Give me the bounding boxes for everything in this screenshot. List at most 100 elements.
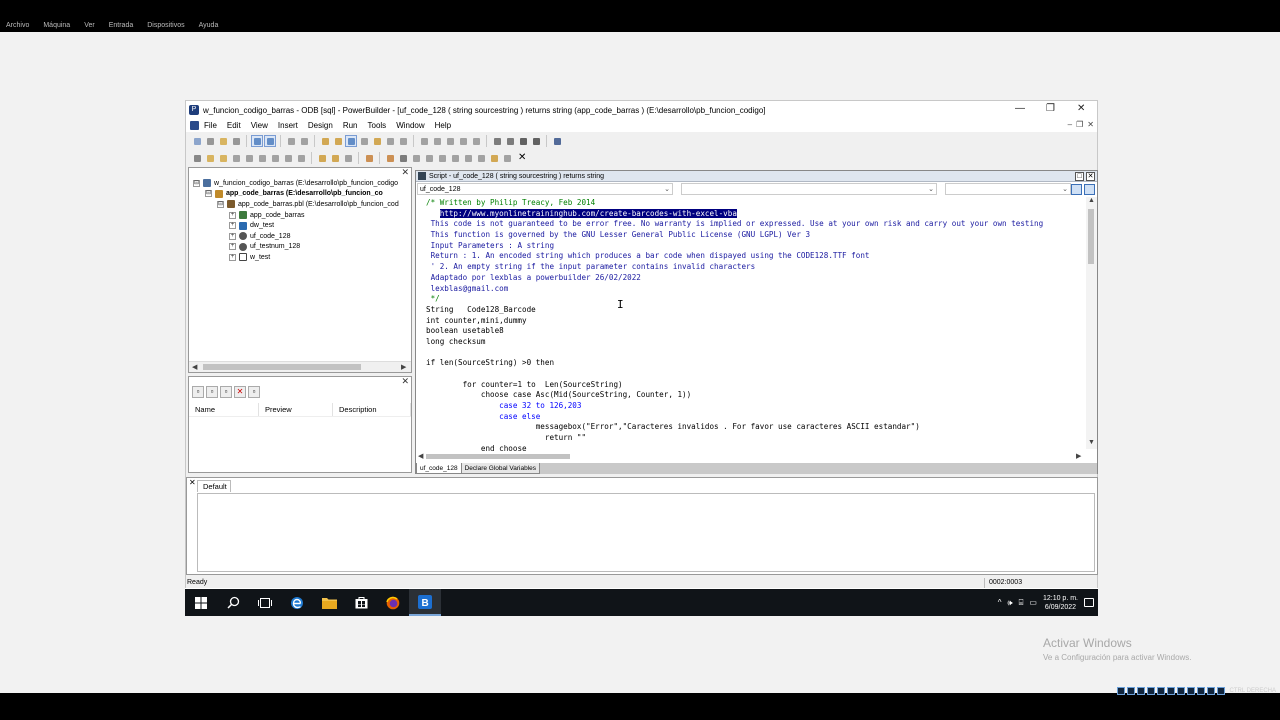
paste-sql-icon[interactable] xyxy=(363,152,375,164)
chevron-up-icon[interactable]: ^ xyxy=(998,598,1002,607)
system-tree-icon[interactable] xyxy=(251,135,263,147)
menu-tools[interactable]: Tools xyxy=(368,121,387,130)
close-icon[interactable]: ✕ xyxy=(401,376,409,387)
run-window-icon[interactable] xyxy=(230,135,242,147)
options-icon[interactable] xyxy=(530,135,542,147)
step-out-icon[interactable] xyxy=(444,135,456,147)
scroll-up-icon[interactable]: ▲ xyxy=(1088,197,1095,204)
notification-icon[interactable] xyxy=(1084,598,1094,607)
save-icon[interactable] xyxy=(191,152,203,164)
search-button[interactable] xyxy=(217,589,249,616)
find-icon[interactable] xyxy=(316,152,328,164)
inherit-icon[interactable] xyxy=(204,135,216,147)
close-icon[interactable]: ✕ xyxy=(1086,172,1095,181)
list-view-icon[interactable] xyxy=(1071,184,1082,195)
start-button[interactable] xyxy=(185,589,217,616)
column-description[interactable]: Description xyxy=(333,403,411,416)
vm-mouse-icon[interactable] xyxy=(1206,686,1215,695)
menu-design[interactable]: Design xyxy=(308,121,333,130)
vm-menu-archivo[interactable]: Archivo xyxy=(6,20,29,32)
menu-help[interactable]: Help xyxy=(435,121,451,130)
expand-icon[interactable]: + xyxy=(229,243,236,251)
vm-shared-folder-icon[interactable] xyxy=(1166,686,1175,695)
new-icon[interactable] xyxy=(191,135,203,147)
gear-icon[interactable] xyxy=(491,135,503,147)
stop-icon[interactable] xyxy=(470,135,482,147)
exit-icon[interactable] xyxy=(551,135,563,147)
column-preview[interactable]: Preview xyxy=(259,403,333,416)
tree-node[interactable]: + dw_test xyxy=(193,220,399,231)
object-dropdown[interactable]: uf_code_128 ⌄ xyxy=(417,183,673,195)
mdi-close-button[interactable]: ✕ xyxy=(1087,120,1094,129)
restore-button[interactable]: ❐ xyxy=(1046,103,1055,114)
vm-display-icon[interactable] xyxy=(1176,686,1185,695)
vm-usb-icon[interactable] xyxy=(1156,686,1165,695)
paste-icon[interactable] xyxy=(256,152,268,164)
scroll-right-icon[interactable]: ▶ xyxy=(1076,451,1081,462)
debug-icon[interactable] xyxy=(384,135,396,147)
mdi-document-icon[interactable] xyxy=(190,121,199,130)
paste-window-icon[interactable] xyxy=(462,152,474,164)
clip-paste-icon[interactable]: ▫ xyxy=(220,386,232,398)
select-icon[interactable] xyxy=(501,152,513,164)
continue-icon[interactable] xyxy=(457,135,469,147)
tab-uf-code-128[interactable]: uf_code_128 xyxy=(416,463,462,474)
scroll-down-icon[interactable]: ▼ xyxy=(1088,439,1095,446)
clip-copy-icon[interactable]: ▫ xyxy=(206,386,218,398)
expand-icon[interactable]: + xyxy=(229,222,236,230)
tree-horizontal-scrollbar[interactable]: ◀ ▶ xyxy=(189,361,411,372)
tree-node[interactable]: ⊟ app_code_barras.pbl (E:\desarrollo\pb_f… xyxy=(193,199,399,210)
clear-icon[interactable] xyxy=(269,152,281,164)
minimize-button[interactable]: — xyxy=(1015,103,1025,114)
paste-object-icon[interactable] xyxy=(449,152,461,164)
vm-network-icon[interactable] xyxy=(1146,686,1155,695)
vm-optical-icon[interactable] xyxy=(1126,686,1135,695)
collapse-icon[interactable]: ⊟ xyxy=(193,179,200,187)
dbprofile-icon[interactable] xyxy=(371,135,383,147)
deploy-icon[interactable] xyxy=(319,135,331,147)
output-text-area[interactable] xyxy=(197,493,1095,572)
menu-view[interactable]: View xyxy=(251,121,268,130)
paste-statement-icon[interactable] xyxy=(384,152,396,164)
firefox-button[interactable] xyxy=(377,589,409,616)
paste-function-icon[interactable] xyxy=(397,152,409,164)
tab-declare-global-variables[interactable]: Declare Global Variables xyxy=(460,463,541,474)
ancestor-dropdown[interactable]: ⌄ xyxy=(945,183,1071,195)
clip-new-icon[interactable]: ▫ xyxy=(192,386,204,398)
task-view-button[interactable] xyxy=(249,589,281,616)
next-icon[interactable] xyxy=(342,152,354,164)
step-in-icon[interactable] xyxy=(418,135,430,147)
scrollbar-thumb[interactable] xyxy=(426,454,570,459)
paste-argument-icon[interactable] xyxy=(410,152,422,164)
maximize-icon[interactable]: □ xyxy=(1075,172,1084,181)
uncomment-icon[interactable] xyxy=(295,152,307,164)
expand-icon[interactable]: + xyxy=(229,232,236,240)
event-dropdown[interactable]: ⌄ xyxy=(681,183,937,195)
store-button[interactable] xyxy=(345,589,377,616)
menu-run[interactable]: Run xyxy=(343,121,358,130)
tree-node[interactable]: + w_test xyxy=(193,252,399,263)
browser-icon[interactable] xyxy=(345,135,357,147)
browse-icon[interactable] xyxy=(488,152,500,164)
file-explorer-button[interactable] xyxy=(313,589,345,616)
column-name[interactable]: Name xyxy=(189,403,259,416)
close-painter-icon[interactable]: ✕ xyxy=(518,152,526,164)
scrollbar-thumb[interactable] xyxy=(1088,209,1094,264)
mdi-restore-button[interactable]: ❐ xyxy=(1076,120,1083,129)
powerbuilder-taskbar-button[interactable]: B xyxy=(409,589,441,616)
scroll-left-icon[interactable]: ◀ xyxy=(418,451,423,462)
menu-window[interactable]: Window xyxy=(396,121,424,130)
code-horizontal-scrollbar[interactable]: ◀ ▶ xyxy=(416,451,1086,462)
tree-node[interactable]: + app_code_barras xyxy=(193,210,399,221)
volume-icon[interactable]: 🕪 xyxy=(1008,598,1013,608)
vm-keyboard-icon[interactable] xyxy=(1216,686,1225,695)
vm-menu-ver[interactable]: Ver xyxy=(84,20,95,32)
tree-node[interactable]: + uf_testnum_128 xyxy=(193,242,399,253)
close-button[interactable]: ✕ xyxy=(1077,103,1085,114)
mdi-minimize-button[interactable]: – xyxy=(1068,120,1072,129)
tree-node[interactable]: + uf_code_128 xyxy=(193,231,399,242)
code-vertical-scrollbar[interactable]: ▲ ▼ xyxy=(1086,197,1097,449)
collapse-icon[interactable]: ⊟ xyxy=(205,190,212,198)
undo-icon[interactable] xyxy=(204,152,216,164)
incremental-build-icon[interactable] xyxy=(285,135,297,147)
